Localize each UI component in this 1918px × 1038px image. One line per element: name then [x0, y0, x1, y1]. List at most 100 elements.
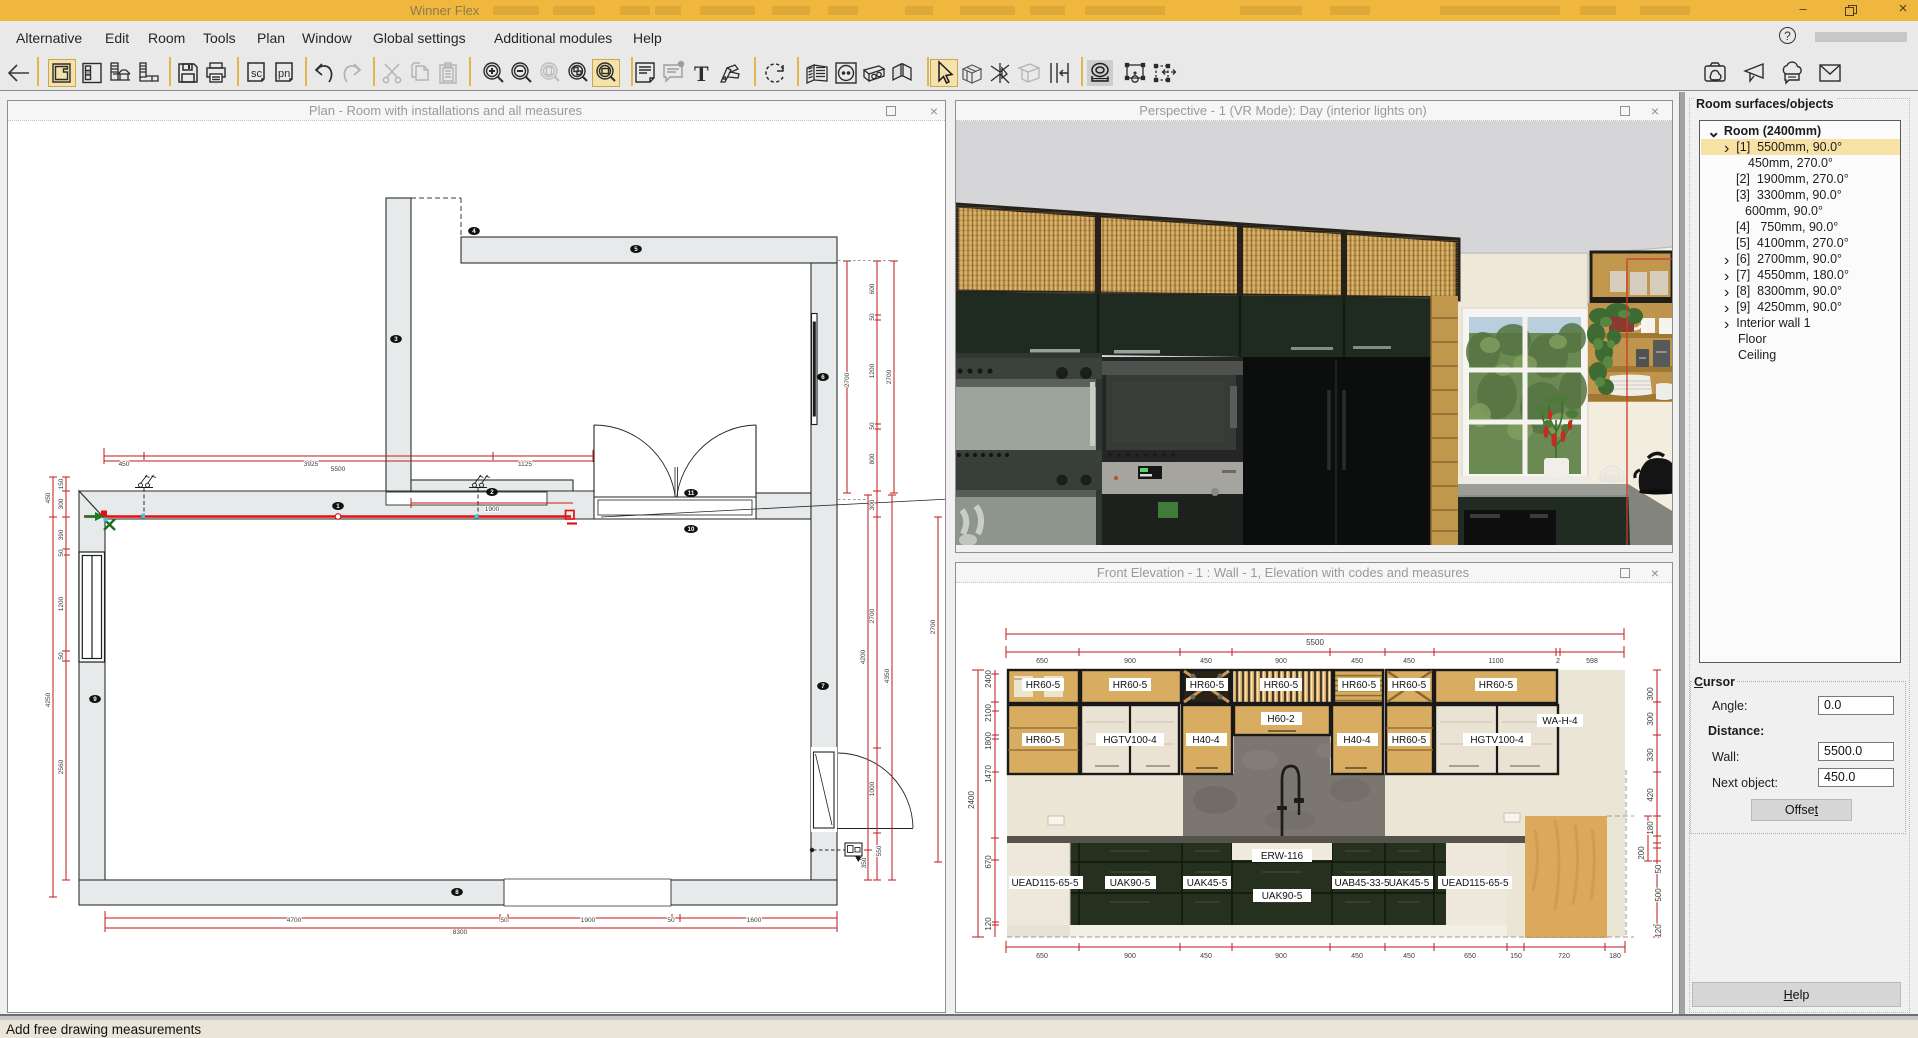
svg-text:1600: 1600 — [747, 917, 762, 924]
svg-text:1900: 1900 — [581, 917, 596, 924]
svg-text:598: 598 — [1586, 658, 1598, 665]
svg-text:900: 900 — [1275, 658, 1287, 665]
svg-text:390: 390 — [58, 529, 65, 540]
svg-text:UAK90-5: UAK90-5 — [1262, 891, 1303, 902]
svg-text:HR60-5: HR60-5 — [1026, 735, 1061, 746]
svg-text:900: 900 — [1124, 658, 1136, 665]
svg-text:720: 720 — [1558, 953, 1570, 960]
svg-text:650: 650 — [1464, 953, 1476, 960]
svg-text:1: 1 — [336, 503, 340, 510]
svg-text:150: 150 — [1510, 953, 1522, 960]
svg-text:420: 420 — [1646, 788, 1655, 802]
svg-text:WA-H-4: WA-H-4 — [1542, 716, 1578, 727]
svg-text:11: 11 — [688, 490, 695, 497]
svg-text:650: 650 — [1036, 953, 1048, 960]
svg-text:4700: 4700 — [287, 917, 302, 924]
svg-text:180: 180 — [1609, 953, 1621, 960]
svg-text:2560: 2560 — [58, 759, 65, 774]
svg-text:ERW-116: ERW-116 — [1261, 851, 1304, 862]
svg-text:HGTV100-4: HGTV100-4 — [1470, 735, 1524, 746]
svg-text:10: 10 — [688, 526, 695, 533]
svg-text:4: 4 — [472, 228, 476, 235]
svg-text:450: 450 — [1403, 658, 1415, 665]
svg-text:450: 450 — [1200, 953, 1212, 960]
svg-text:HR60-5: HR60-5 — [1113, 680, 1148, 691]
svg-text:2700: 2700 — [886, 369, 893, 384]
svg-text:450: 450 — [1351, 953, 1363, 960]
svg-text:5500: 5500 — [331, 466, 346, 473]
svg-text:4350: 4350 — [884, 668, 891, 683]
svg-text:200: 200 — [1637, 846, 1646, 860]
svg-text:300: 300 — [869, 499, 876, 510]
svg-text:2700: 2700 — [869, 608, 876, 623]
svg-text:2700: 2700 — [844, 372, 851, 387]
svg-text:450: 450 — [1351, 658, 1363, 665]
svg-text:800: 800 — [869, 453, 876, 464]
svg-text:UAK90-5: UAK90-5 — [1110, 878, 1151, 889]
svg-text:300: 300 — [58, 498, 65, 509]
svg-text:4200: 4200 — [860, 649, 867, 664]
svg-text:50: 50 — [58, 549, 65, 557]
svg-text:50: 50 — [869, 313, 876, 321]
svg-text:HR60-5: HR60-5 — [1342, 680, 1377, 691]
svg-text:900: 900 — [1124, 953, 1136, 960]
svg-text:UEAD115-65-5: UEAD115-65-5 — [1441, 878, 1509, 889]
svg-text:4250: 4250 — [45, 692, 52, 707]
svg-text:pn: pn — [278, 68, 290, 80]
svg-text:50: 50 — [667, 917, 675, 924]
svg-text:5: 5 — [634, 246, 638, 253]
svg-text:9: 9 — [93, 696, 97, 703]
svg-text:500: 500 — [1654, 888, 1663, 902]
svg-text:HR60-5: HR60-5 — [1026, 680, 1061, 691]
svg-text:120: 120 — [984, 917, 993, 931]
svg-text:HR60-5: HR60-5 — [1190, 680, 1225, 691]
svg-text:2: 2 — [490, 489, 494, 496]
svg-text:8300: 8300 — [453, 929, 468, 936]
svg-text:HR60-5: HR60-5 — [1264, 680, 1299, 691]
svg-text:1470: 1470 — [984, 765, 993, 783]
svg-text:T: T — [694, 61, 709, 86]
svg-text:300: 300 — [1646, 712, 1655, 726]
svg-text:350: 350 — [861, 857, 868, 868]
svg-text:5500: 5500 — [1306, 638, 1324, 647]
svg-text:330: 330 — [1646, 748, 1655, 762]
svg-text:50: 50 — [58, 652, 65, 660]
svg-text:50: 50 — [869, 422, 876, 430]
svg-text:50: 50 — [500, 917, 508, 924]
svg-text:180: 180 — [1646, 821, 1655, 835]
svg-text:1200: 1200 — [58, 596, 65, 611]
svg-text:2: 2 — [1556, 658, 1560, 665]
svg-text:UEAD115-65-5: UEAD115-65-5 — [1011, 878, 1079, 889]
svg-text:2700: 2700 — [930, 619, 937, 634]
svg-text:550: 550 — [876, 845, 883, 856]
svg-text:HR60-5: HR60-5 — [1392, 680, 1427, 691]
svg-text:6: 6 — [821, 374, 825, 381]
svg-text:670: 670 — [984, 855, 993, 869]
svg-text:1125: 1125 — [518, 461, 532, 468]
svg-text:1800: 1800 — [984, 732, 993, 750]
svg-text:450: 450 — [1200, 658, 1212, 665]
svg-text:UAK45-5: UAK45-5 — [1389, 878, 1430, 889]
svg-text:sc: sc — [251, 68, 263, 80]
svg-text:UAK45-5: UAK45-5 — [1187, 878, 1228, 889]
svg-text:450: 450 — [119, 461, 130, 468]
svg-text:1200: 1200 — [869, 363, 876, 378]
svg-text:2100: 2100 — [984, 704, 993, 722]
svg-text:1000: 1000 — [869, 781, 876, 796]
svg-text:UAB45-33-5: UAB45-33-5 — [1334, 878, 1389, 889]
svg-text:600: 600 — [869, 283, 876, 294]
svg-text:1900: 1900 — [485, 506, 500, 513]
svg-text:900: 900 — [1275, 953, 1287, 960]
svg-text:H60-2: H60-2 — [1267, 714, 1295, 725]
svg-text:7: 7 — [821, 683, 825, 690]
svg-text:HR60-5: HR60-5 — [1392, 735, 1427, 746]
svg-text:2400: 2400 — [967, 791, 976, 809]
svg-text:8: 8 — [455, 889, 459, 896]
svg-text:HGTV100-4: HGTV100-4 — [1103, 735, 1157, 746]
svg-text:3925: 3925 — [304, 461, 319, 468]
svg-text:H40-4: H40-4 — [1343, 735, 1371, 746]
svg-text:HR60-5: HR60-5 — [1479, 680, 1514, 691]
svg-text:150: 150 — [58, 478, 65, 489]
svg-text:450: 450 — [1403, 953, 1415, 960]
svg-text:120: 120 — [1654, 924, 1663, 938]
